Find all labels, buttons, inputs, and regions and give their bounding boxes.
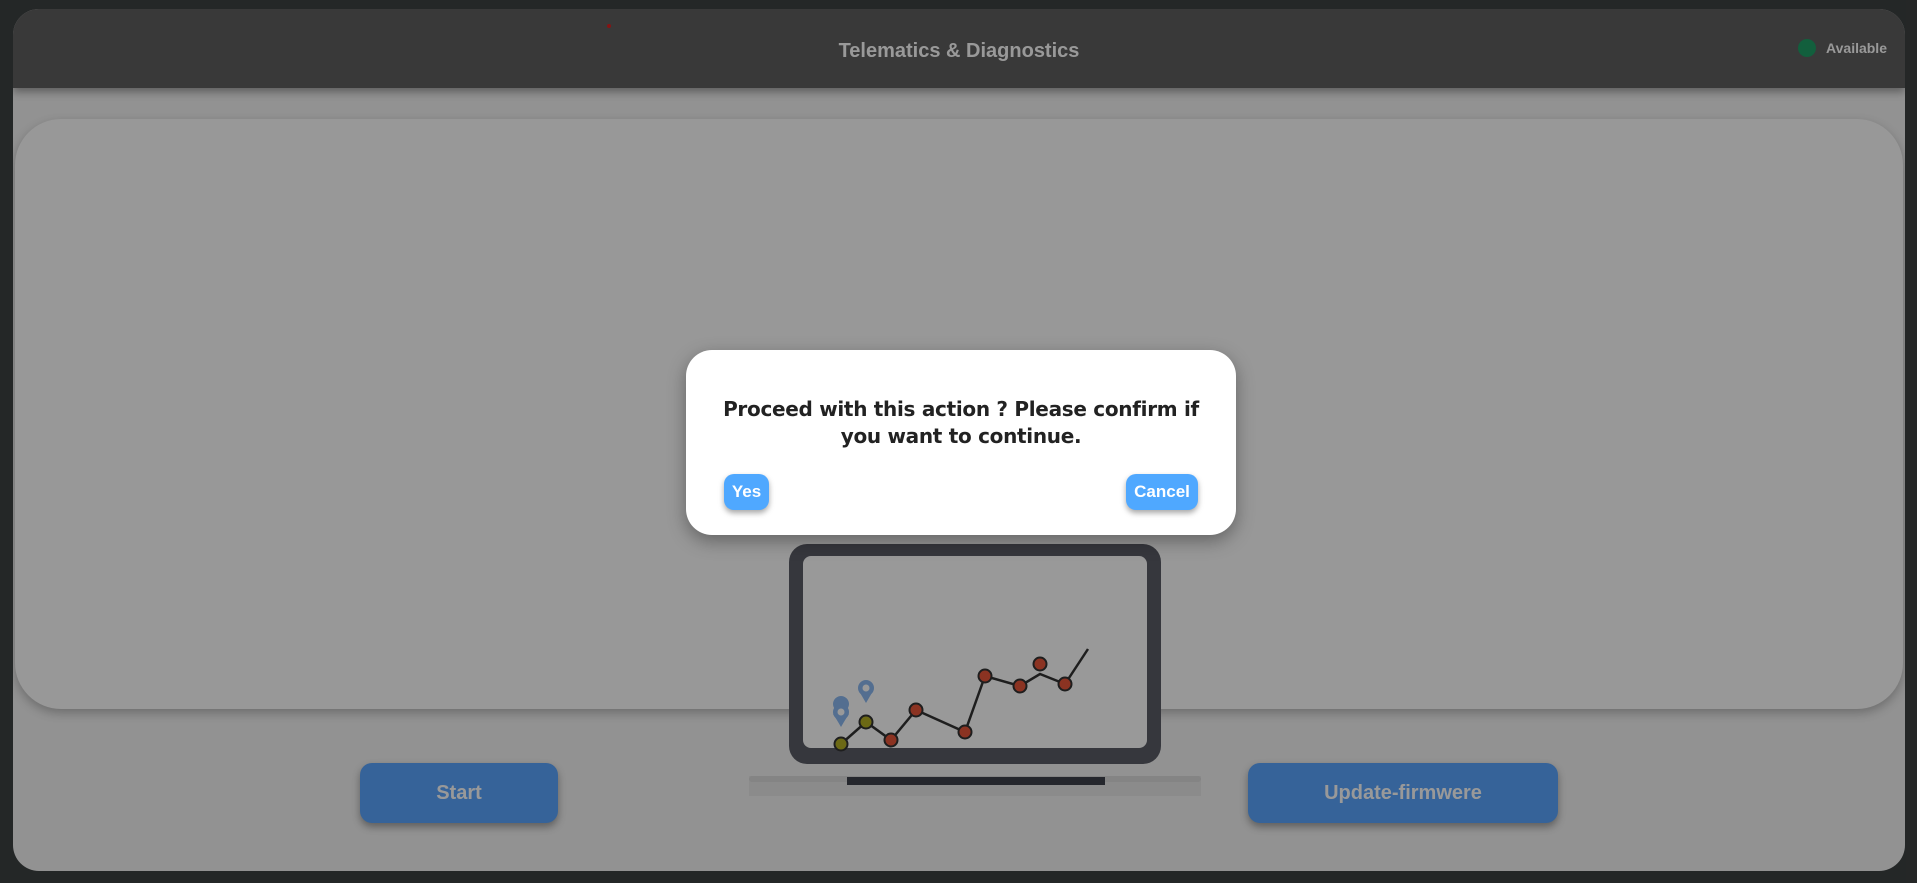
yes-button[interactable]: Yes — [724, 474, 769, 510]
cancel-button[interactable]: Cancel — [1126, 474, 1198, 510]
confirm-dialog: Proceed with this action ? Please confir… — [686, 350, 1236, 535]
dialog-message: Proceed with this action ? Please confir… — [723, 397, 1199, 448]
